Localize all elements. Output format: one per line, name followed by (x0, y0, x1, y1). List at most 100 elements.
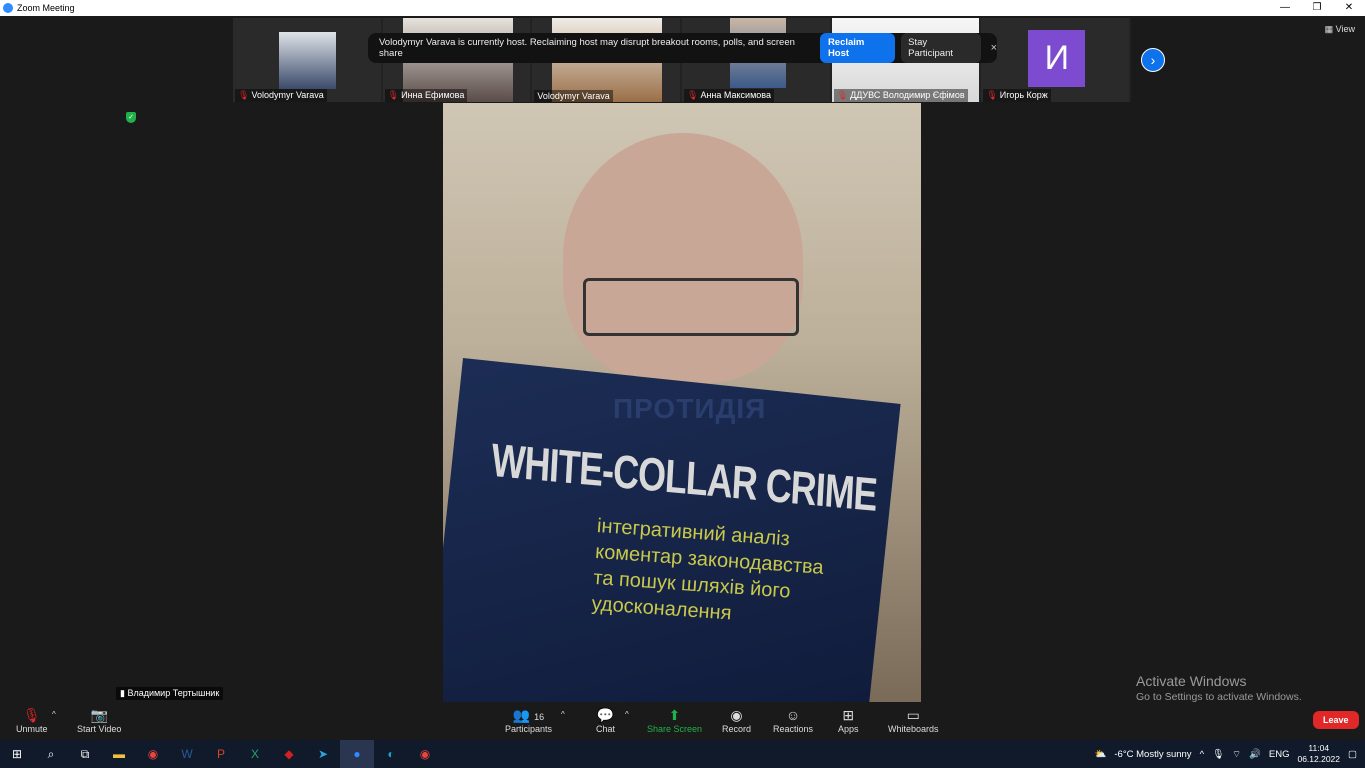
apps-icon: ⊞ (842, 707, 855, 723)
apps-label: Apps (838, 724, 859, 734)
mic-muted-icon: 🎙 (986, 90, 998, 100)
active-speaker-video: ПРОТИДІЯ WHITE-COLLAR CRIME інтегративни… (443, 103, 921, 702)
chat-button[interactable]: 💬 Chat (596, 706, 615, 734)
mic-muted-icon: 🎙 (687, 90, 699, 100)
mic-muted-icon: 🎙 (238, 90, 250, 100)
participant-photo (279, 32, 336, 89)
search-icon[interactable]: ⌕ (34, 740, 68, 768)
participant-name: 🎙 Инна Ефимова (384, 89, 468, 102)
participant-name: 🎙 Volodymyr Varava (235, 89, 327, 102)
chevron-right-icon: › (1150, 52, 1156, 68)
windows-taskbar: ⊞ ⌕ ⧉ ▬ ◉ W P X ◆ ➤ ● ◐ ◉ ⛅ -6°C Mostly … (0, 740, 1365, 768)
participants-icon: 👥 16 (512, 707, 545, 723)
excel-icon[interactable]: X (238, 740, 272, 768)
view-button[interactable]: ▦ View (1325, 24, 1355, 35)
participant-name: 🎙 ДДУВС Володимир Єфімов (833, 89, 968, 102)
zoom-taskbar-icon[interactable]: ● (340, 740, 374, 768)
mic-muted-icon: 🎙 (836, 90, 849, 100)
clock-date: 06.12.2022 (1297, 754, 1341, 764)
activate-windows-watermark: Activate Windows Go to Settings to activ… (1136, 673, 1302, 703)
chrome-icon[interactable]: ◉ (136, 740, 170, 768)
speaker-head (563, 133, 803, 383)
clock[interactable]: 11:04 06.12.2022 (1297, 743, 1340, 765)
reactions-button[interactable]: ☺ Reactions (773, 706, 813, 734)
avatar: И (1028, 30, 1086, 87)
zoom-logo-icon (3, 3, 13, 13)
participant-name: 🎙 Анна Максимова (684, 89, 774, 102)
whiteboard-icon: ▭ (906, 707, 920, 723)
title-bar: Zoom Meeting — ❐ ✕ (0, 0, 1365, 16)
file-explorer-icon[interactable]: ▬ (102, 740, 136, 768)
view-label: View (1335, 24, 1355, 34)
whiteboards-button[interactable]: ▭ Whiteboards (888, 706, 939, 734)
reclaim-host-button[interactable]: Reclaim Host (819, 33, 896, 63)
window-controls: — ❐ ✕ (1269, 0, 1365, 16)
audio-options-caret[interactable]: ^ (52, 710, 56, 719)
unmute-label: Unmute (16, 724, 48, 734)
telegram-icon[interactable]: ➤ (306, 740, 340, 768)
windows-start-icon[interactable]: ⊞ (0, 740, 34, 768)
participant-tile[interactable]: И 🎙 Игорь Корж (981, 18, 1130, 102)
powerpoint-icon[interactable]: P (204, 740, 238, 768)
close-window-button[interactable]: ✕ (1333, 0, 1365, 16)
chat-label: Chat (596, 724, 616, 734)
chat-icon: 💬 (596, 707, 615, 723)
record-label: Record (722, 724, 752, 734)
book-subtitle: інтегративний аналіз коментар законодавс… (590, 514, 825, 625)
mic-muted-icon: 🎙 (387, 90, 400, 100)
notifications-icon[interactable]: ▢ (1348, 749, 1357, 760)
app-icon[interactable]: ◆ (272, 740, 306, 768)
activate-title: Activate Windows (1136, 673, 1247, 689)
start-video-button[interactable]: 📷 Start Video (77, 706, 121, 734)
close-icon[interactable]: × (991, 42, 997, 54)
weather-icon: ⛅ (1094, 748, 1107, 760)
share-screen-label: Share Screen (647, 724, 703, 734)
encryption-shield-icon[interactable]: ✓ (126, 112, 136, 123)
participant-tile[interactable]: 🎙 Volodymyr Varava (233, 18, 381, 102)
participant-name: 🎙 Игорь Корж (983, 89, 1051, 102)
record-button[interactable]: ◉ Record (722, 706, 751, 734)
clock-time: 11:04 (1308, 743, 1330, 753)
start-video-label: Start Video (77, 724, 122, 734)
window-title: Zoom Meeting (17, 3, 75, 13)
video-off-icon: 📷 (90, 707, 108, 723)
chrome-profile-icon[interactable]: ◉ (408, 740, 442, 768)
task-view-icon[interactable]: ⧉ (68, 740, 102, 768)
microphone-icon[interactable]: 🎙 (1212, 749, 1224, 760)
notice-message: Volodymyr Varava is currently host. Recl… (379, 37, 795, 59)
tray-expand-icon[interactable]: ^ (1200, 749, 1204, 760)
self-video-name: ▮ Владимир Тертышник (116, 687, 224, 700)
word-icon[interactable]: W (170, 740, 204, 768)
speaker-glasses (583, 278, 799, 336)
meeting-toolbar: 🎙 Unmute ^ 📷 Start Video 👥 16 Participan… (0, 702, 1365, 740)
participant-count: 16 (534, 712, 545, 722)
chat-options-caret[interactable]: ^ (625, 710, 629, 719)
book-title-ua: ПРОТИДІЯ (613, 393, 767, 424)
leave-button[interactable]: Leave (1313, 711, 1359, 729)
whiteboards-label: Whiteboards (888, 724, 939, 734)
grid-icon: ▦ (1324, 24, 1336, 34)
participants-label: Participants (505, 724, 553, 734)
language-indicator[interactable]: ENG (1269, 749, 1290, 760)
apps-button[interactable]: ⊞ Apps (838, 706, 859, 734)
share-screen-button[interactable]: ⬆ Share Screen (647, 706, 702, 734)
reactions-icon: ☺ (785, 707, 801, 723)
unmute-button[interactable]: 🎙 Unmute (16, 706, 48, 734)
system-tray: ⛅ -6°C Mostly sunny ^ 🎙 ⌔ 🔊 ENG 11:04 06… (1095, 740, 1365, 768)
host-notice: Volodymyr Varava is currently host. Recl… (368, 33, 997, 63)
weather-text[interactable]: -6°C Mostly sunny (1114, 749, 1191, 760)
edge-icon[interactable]: ◐ (374, 740, 408, 768)
participant-name: Volodymyr Varava (534, 90, 613, 102)
network-icon[interactable]: ⌔ (1232, 749, 1241, 760)
next-page-button[interactable]: › (1141, 48, 1165, 72)
volume-icon[interactable]: 🔊 (1249, 749, 1261, 760)
stay-participant-button[interactable]: Stay Participant (901, 33, 981, 63)
restore-button[interactable]: ❐ (1301, 0, 1333, 16)
mic-muted-icon: 🎙 (22, 707, 41, 723)
minimize-button[interactable]: — (1269, 0, 1301, 16)
reactions-label: Reactions (773, 724, 814, 734)
participants-options-caret[interactable]: ^ (561, 710, 565, 719)
share-screen-icon: ⬆ (668, 707, 681, 723)
participants-button[interactable]: 👥 16 Participants (505, 706, 552, 734)
record-icon: ◉ (730, 707, 743, 723)
